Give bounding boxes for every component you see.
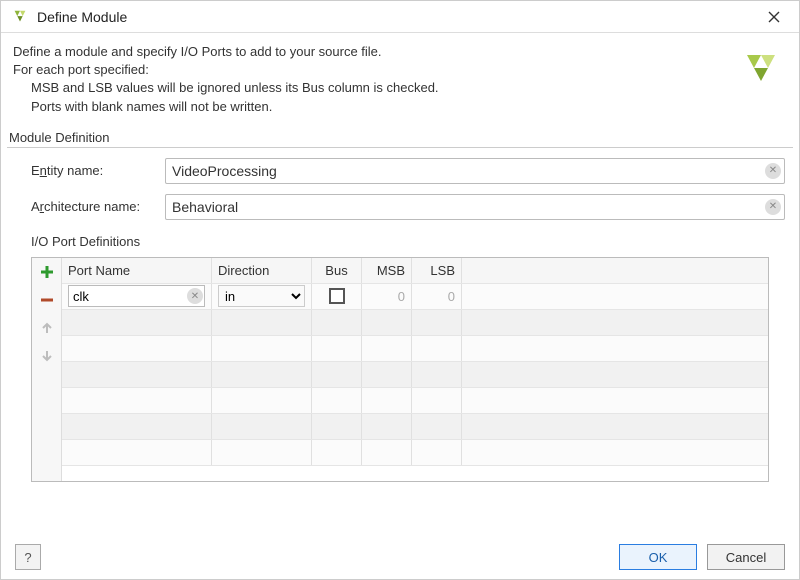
clear-icon[interactable]: ✕ bbox=[187, 288, 203, 304]
entity-name-label: Entity name: bbox=[15, 163, 165, 178]
vivado-icon bbox=[11, 8, 29, 26]
ports-toolbar bbox=[32, 258, 62, 481]
ports-table-area: Port Name Direction Bus MSB LSB ✕ in bbox=[31, 257, 769, 482]
divider bbox=[7, 147, 793, 148]
instruction-line: For each port specified: bbox=[13, 62, 149, 77]
vivado-icon bbox=[741, 51, 781, 91]
ports-table-header: Port Name Direction Bus MSB LSB bbox=[62, 258, 768, 284]
ports-table-body: ✕ in 0 0 bbox=[62, 284, 768, 481]
port-msb-value[interactable]: 0 bbox=[362, 284, 412, 309]
col-header-name[interactable]: Port Name bbox=[62, 258, 212, 283]
col-header-bus[interactable]: Bus bbox=[312, 258, 362, 283]
move-up-button[interactable] bbox=[35, 316, 59, 340]
arrow-up-icon bbox=[40, 321, 54, 335]
module-definition-form: Entity name: ✕ Architecture name: ✕ bbox=[1, 158, 799, 220]
col-header-direction[interactable]: Direction bbox=[212, 258, 312, 283]
instruction-line: MSB and LSB values will be ignored unles… bbox=[13, 79, 787, 97]
instructions-block: Define a module and specify I/O Ports to… bbox=[1, 33, 799, 124]
dialog-footer: ? OK Cancel bbox=[1, 535, 799, 579]
table-row bbox=[62, 362, 768, 388]
window-title: Define Module bbox=[37, 9, 127, 25]
plus-icon bbox=[40, 265, 54, 279]
port-name-input[interactable] bbox=[68, 285, 205, 307]
add-port-button[interactable] bbox=[35, 260, 59, 284]
help-button[interactable]: ? bbox=[15, 544, 41, 570]
table-row bbox=[62, 440, 768, 466]
col-header-lsb[interactable]: LSB bbox=[412, 258, 462, 283]
minus-icon bbox=[40, 293, 54, 307]
port-direction-select[interactable]: in bbox=[218, 285, 305, 307]
close-icon bbox=[768, 11, 780, 23]
ports-table: Port Name Direction Bus MSB LSB ✕ in bbox=[62, 258, 768, 481]
architecture-name-row: Architecture name: ✕ bbox=[15, 194, 785, 220]
port-bus-checkbox[interactable] bbox=[329, 288, 345, 304]
table-row bbox=[62, 414, 768, 440]
close-button[interactable] bbox=[759, 2, 789, 32]
title-bar: Define Module bbox=[1, 1, 799, 33]
architecture-name-label: Architecture name: bbox=[15, 199, 165, 214]
ports-section-label: I/O Port Definitions bbox=[1, 230, 799, 253]
clear-icon[interactable]: ✕ bbox=[765, 199, 781, 215]
table-row bbox=[62, 310, 768, 336]
ok-button[interactable]: OK bbox=[619, 544, 697, 570]
clear-icon[interactable]: ✕ bbox=[765, 163, 781, 179]
col-header-msb[interactable]: MSB bbox=[362, 258, 412, 283]
arrow-down-icon bbox=[40, 349, 54, 363]
table-row[interactable]: ✕ in 0 0 bbox=[62, 284, 768, 310]
entity-name-input[interactable] bbox=[165, 158, 785, 184]
cancel-button[interactable]: Cancel bbox=[707, 544, 785, 570]
architecture-name-input[interactable] bbox=[165, 194, 785, 220]
table-row bbox=[62, 336, 768, 362]
instruction-line: Define a module and specify I/O Ports to… bbox=[13, 44, 382, 59]
entity-name-row: Entity name: ✕ bbox=[15, 158, 785, 184]
remove-port-button[interactable] bbox=[35, 288, 59, 312]
section-title: Module Definition bbox=[1, 124, 799, 147]
move-down-button[interactable] bbox=[35, 344, 59, 368]
col-header-spacer bbox=[462, 258, 768, 283]
instruction-line: Ports with blank names will not be writt… bbox=[13, 98, 787, 116]
port-lsb-value[interactable]: 0 bbox=[412, 284, 462, 309]
table-row bbox=[62, 388, 768, 414]
